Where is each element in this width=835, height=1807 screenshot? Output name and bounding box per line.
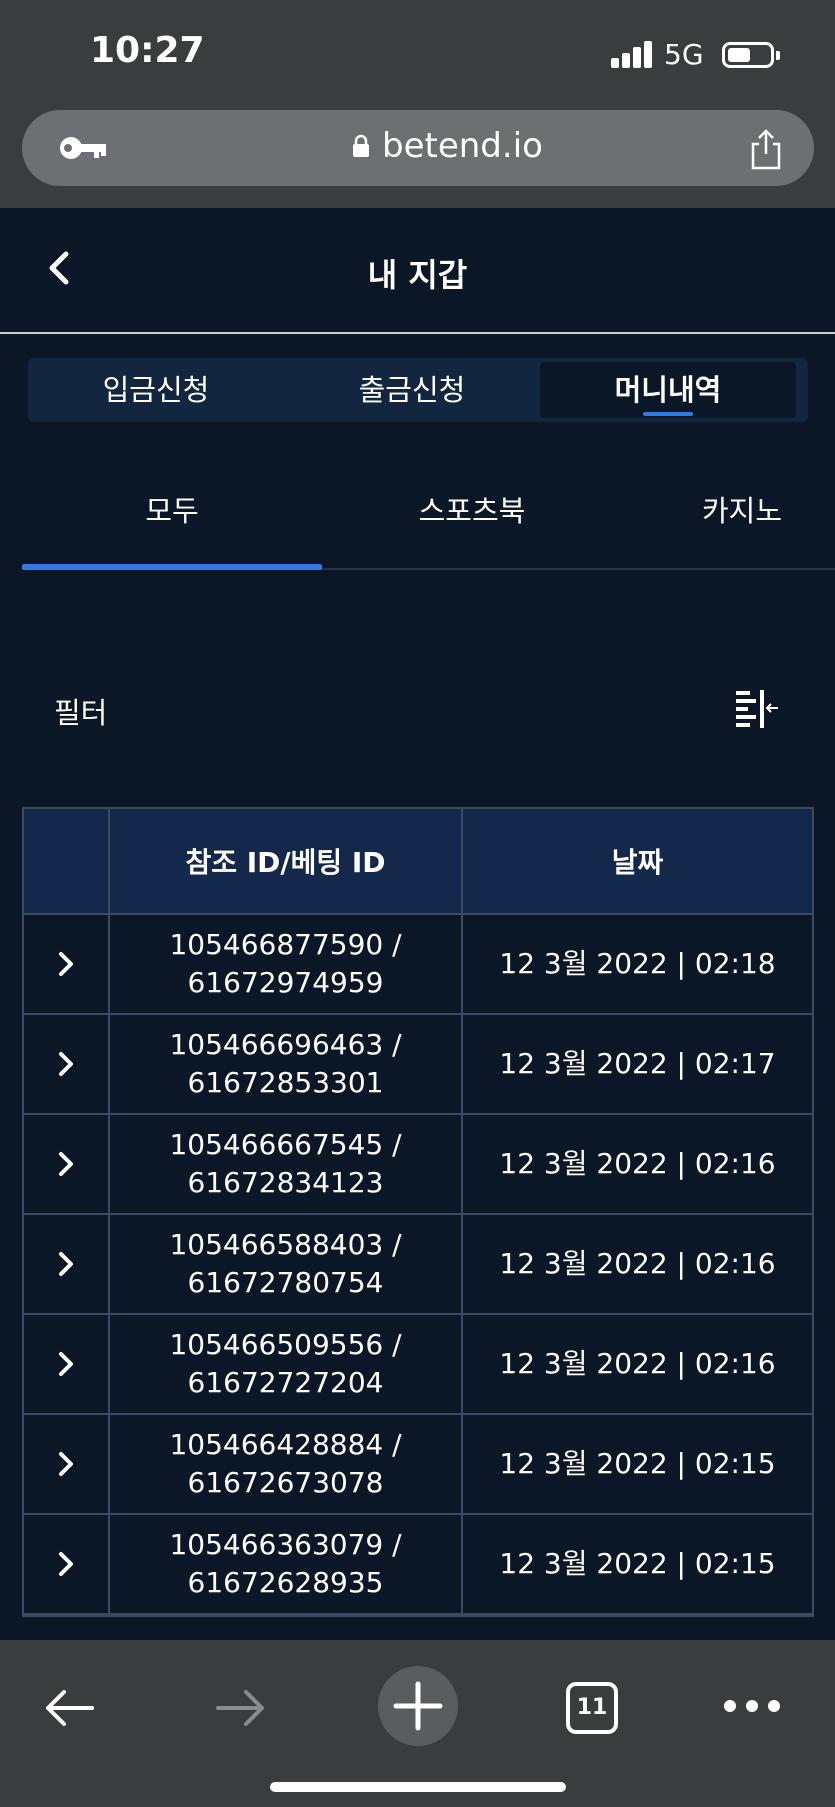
ref-bet-id-cell: 105466428884 / 61672673078: [110, 1415, 463, 1513]
signal-icon: [611, 40, 653, 68]
tab-money-history-label: 머니내역: [614, 373, 722, 407]
expand-cell[interactable]: [24, 1015, 110, 1113]
date-cell: 12 3월 2022 | 02:15: [499, 1547, 776, 1580]
chevron-right-icon[interactable]: [55, 1249, 77, 1279]
ref-bet-id-cell: 105466667545 / 61672834123: [110, 1115, 463, 1213]
date-cell: 12 3월 2022 | 02:17: [499, 1047, 776, 1080]
header-date: 날짜: [611, 846, 664, 879]
bet-id: 61672834123: [187, 1166, 384, 1199]
tab-withdraw[interactable]: 출금신청: [284, 358, 540, 422]
ref-id: 105466696463 /: [169, 1028, 402, 1061]
ref-bet-id-cell: 105466696463 / 61672853301: [110, 1015, 463, 1113]
new-tab-button[interactable]: [378, 1666, 458, 1746]
url-text: betend.io: [382, 126, 543, 166]
bet-id: 61672628935: [187, 1566, 384, 1599]
transactions-table: 참조 ID/베팅 ID 날짜 105466877590 / 61672974959…: [22, 807, 814, 1617]
ref-id: 105466877590 /: [169, 928, 402, 961]
table-row[interactable]: 105466696463 / 61672853301 12 3월 2022 | 0…: [24, 1015, 812, 1115]
browser-address-area: betend.io: [0, 100, 835, 208]
ref-id: 105466428884 /: [169, 1428, 402, 1461]
filter-label: 필터: [54, 696, 108, 730]
expand-cell[interactable]: [24, 1515, 110, 1613]
header-ref-bet-id: 참조 ID/베팅 ID: [110, 809, 463, 913]
bet-id: 61672853301: [187, 1066, 384, 1099]
chevron-right-icon[interactable]: [55, 1149, 77, 1179]
browser-back-icon[interactable]: [42, 1686, 96, 1730]
status-time: 10:27: [90, 30, 205, 71]
table-header: 참조 ID/베팅 ID 날짜: [24, 809, 812, 915]
address-bar[interactable]: betend.io: [22, 110, 814, 186]
table-row[interactable]: 105466363079 / 61672628935 12 3월 2022 | 0…: [24, 1515, 812, 1615]
expand-cell[interactable]: [24, 1215, 110, 1313]
bet-id: 61672780754: [187, 1266, 384, 1299]
date-cell: 12 3월 2022 | 02:16: [499, 1247, 776, 1280]
share-icon[interactable]: [748, 128, 784, 170]
ref-id: 105466509556 /: [169, 1328, 402, 1361]
tab-all[interactable]: 모두: [22, 488, 322, 530]
chevron-right-icon[interactable]: [55, 1349, 77, 1379]
table-row[interactable]: 105466667545 / 61672834123 12 3월 2022 | 0…: [24, 1115, 812, 1215]
tabs-button[interactable]: 11: [566, 1682, 618, 1734]
category-tabs: 모두 스포츠북 카지노: [22, 470, 835, 570]
chevron-right-icon[interactable]: [55, 1449, 77, 1479]
plus-icon: [393, 1681, 443, 1731]
more-icon[interactable]: [722, 1698, 782, 1714]
ref-id: 105466588403 /: [169, 1228, 402, 1261]
header-expand: [24, 809, 110, 913]
page-header: 내 지갑: [0, 208, 835, 334]
ref-bet-id-cell: 105466509556 / 61672727204: [110, 1315, 463, 1413]
browser-toolbar: 11: [0, 1640, 835, 1807]
tab-deposit[interactable]: 입금신청: [28, 358, 284, 422]
table-row[interactable]: 105466509556 / 61672727204 12 3월 2022 | 0…: [24, 1315, 812, 1415]
bet-id: 61672727204: [187, 1366, 384, 1399]
table-row[interactable]: 105466588403 / 61672780754 12 3월 2022 | 0…: [24, 1215, 812, 1315]
home-indicator: [270, 1782, 566, 1792]
date-cell: 12 3월 2022 | 02:18: [499, 947, 776, 980]
ref-bet-id-cell: 105466588403 / 61672780754: [110, 1215, 463, 1313]
active-subtab-indicator: [22, 564, 322, 570]
chevron-right-icon[interactable]: [55, 1549, 77, 1579]
date-cell: 12 3월 2022 | 02:16: [499, 1347, 776, 1380]
browser-forward-icon[interactable]: [214, 1686, 268, 1730]
date-cell: 12 3월 2022 | 02:16: [499, 1147, 776, 1180]
battery-icon: [722, 42, 780, 68]
expand-cell[interactable]: [24, 1415, 110, 1513]
tab-sportsbook[interactable]: 스포츠북: [322, 488, 622, 530]
active-tab-indicator: [643, 412, 693, 416]
chevron-right-icon[interactable]: [55, 1049, 77, 1079]
bet-id: 61672673078: [187, 1466, 384, 1499]
page-title: 내 지갑: [367, 256, 468, 294]
lock-icon: [353, 134, 369, 157]
expand-cell[interactable]: [24, 915, 110, 1013]
ref-id: 105466667545 /: [169, 1128, 402, 1161]
network-type: 5G: [664, 38, 704, 71]
bet-id: 61672974959: [187, 966, 384, 999]
ref-id: 105466363079 /: [169, 1528, 402, 1561]
tab-casino[interactable]: 카지노: [702, 488, 835, 530]
expand-cell[interactable]: [24, 1115, 110, 1213]
tab-money-history[interactable]: 머니내역: [540, 362, 796, 418]
table-row[interactable]: 105466877590 / 61672974959 12 3월 2022 | 0…: [24, 915, 812, 1015]
expand-cell[interactable]: [24, 1315, 110, 1413]
key-icon[interactable]: [58, 132, 108, 164]
wallet-tabs: 입금신청 출금신청 머니내역: [28, 358, 808, 422]
chevron-right-icon[interactable]: [55, 949, 77, 979]
status-bar: 10:27 5G: [0, 0, 835, 100]
ref-bet-id-cell: 105466877590 / 61672974959: [110, 915, 463, 1013]
filter-icon[interactable]: [734, 688, 780, 728]
ref-bet-id-cell: 105466363079 / 61672628935: [110, 1515, 463, 1613]
date-cell: 12 3월 2022 | 02:15: [499, 1447, 776, 1480]
table-row[interactable]: 105466428884 / 61672673078 12 3월 2022 | 0…: [24, 1415, 812, 1515]
